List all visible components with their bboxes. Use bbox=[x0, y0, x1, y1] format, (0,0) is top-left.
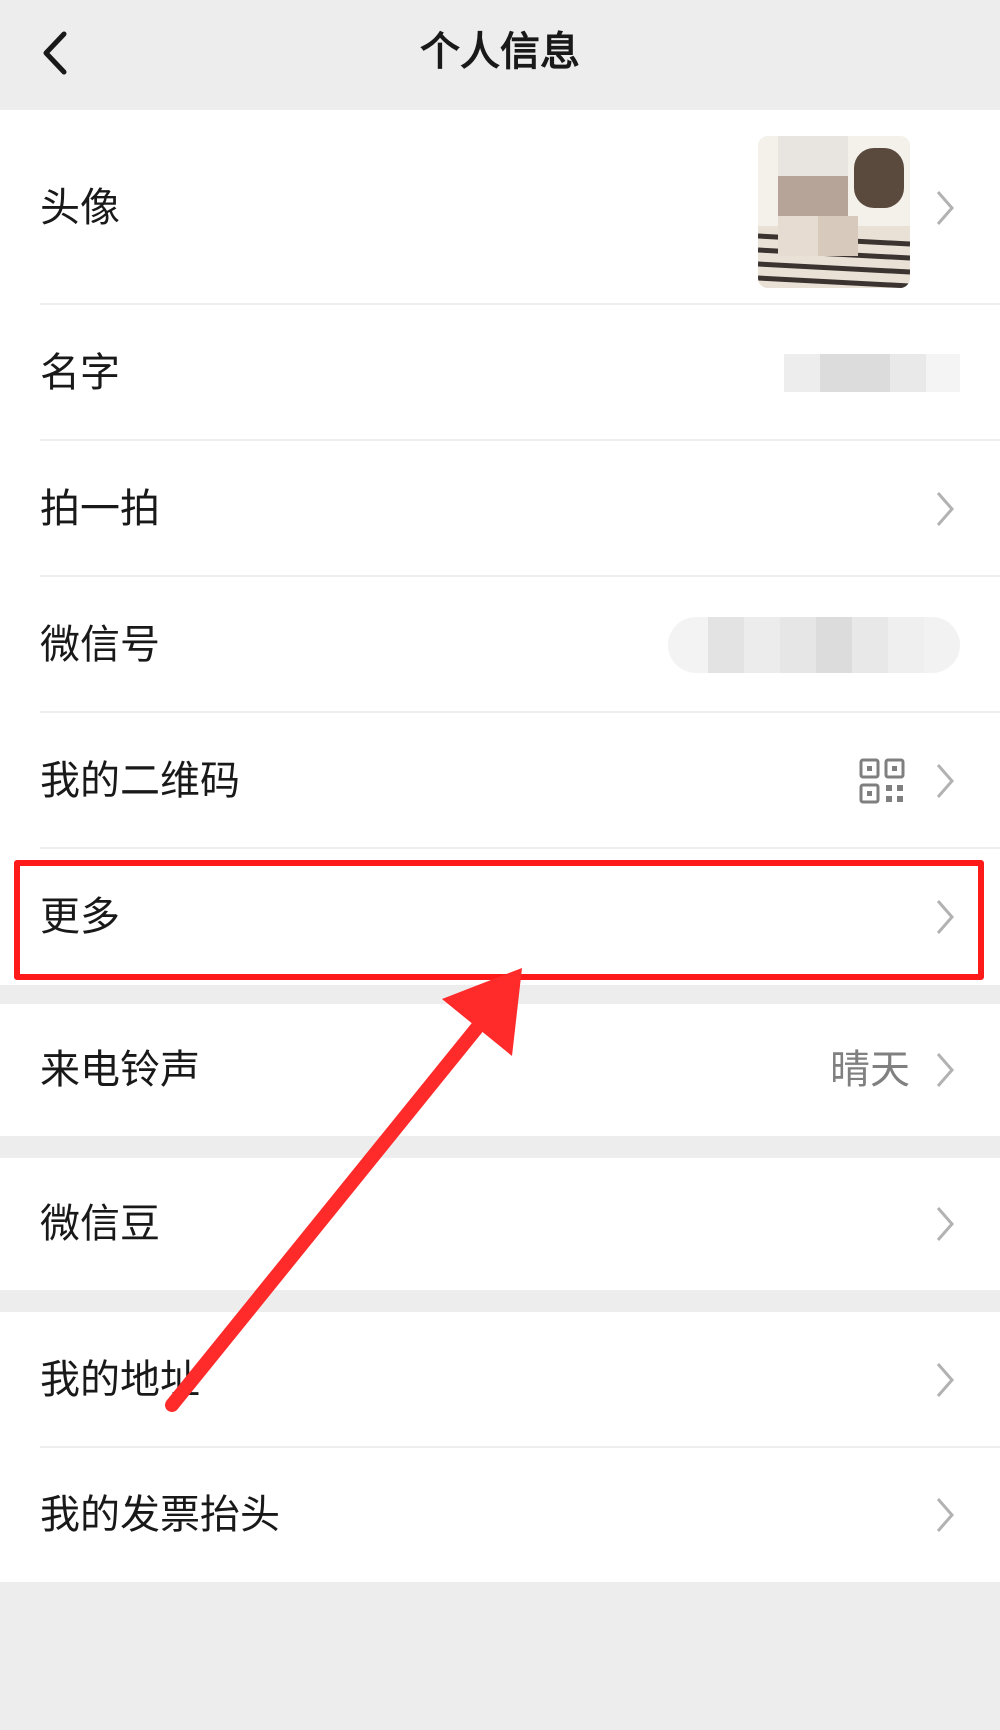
row-ringtone[interactable]: 来电铃声 晴天 bbox=[0, 1004, 1000, 1136]
row-label: 微信号 bbox=[40, 622, 160, 668]
row-pat[interactable]: 拍一拍 bbox=[0, 441, 1000, 577]
row-label: 更多 bbox=[40, 894, 120, 940]
chevron-right-icon bbox=[936, 900, 954, 934]
row-qr-code[interactable]: 我的二维码 bbox=[0, 713, 1000, 849]
row-label: 来电铃声 bbox=[40, 1047, 200, 1093]
address-group: 我的地址 我的发票抬头 bbox=[0, 1312, 1000, 1582]
profile-group: 头像 名字 拍一拍 微信号 我的二维码 更多 bbox=[0, 110, 1000, 985]
row-address[interactable]: 我的地址 bbox=[0, 1312, 1000, 1448]
chevron-right-icon bbox=[936, 1207, 954, 1241]
row-label: 我的二维码 bbox=[40, 758, 240, 804]
qr-code-icon bbox=[859, 758, 905, 804]
chevron-right-icon bbox=[936, 1363, 954, 1397]
row-avatar[interactable]: 头像 bbox=[0, 110, 1000, 305]
row-wechat-beans[interactable]: 微信豆 bbox=[0, 1158, 1000, 1290]
row-wechat-id[interactable]: 微信号 bbox=[0, 577, 1000, 713]
page-title: 个人信息 bbox=[420, 29, 580, 75]
chevron-right-icon bbox=[936, 492, 954, 526]
row-label: 名字 bbox=[40, 350, 120, 396]
nav-bar: 个人信息 bbox=[0, 0, 1000, 110]
row-label: 我的地址 bbox=[40, 1357, 200, 1403]
avatar[interactable] bbox=[758, 136, 910, 288]
row-name[interactable]: 名字 bbox=[0, 305, 1000, 441]
wechat-beans-group: 微信豆 bbox=[0, 1158, 1000, 1290]
row-invoice[interactable]: 我的发票抬头 bbox=[0, 1448, 1000, 1582]
chevron-right-icon bbox=[936, 190, 954, 225]
row-more[interactable]: 更多 bbox=[0, 849, 1000, 985]
name-value-redacted bbox=[784, 354, 960, 392]
chevron-right-icon bbox=[936, 1498, 954, 1532]
wechat-id-value-redacted bbox=[668, 617, 960, 673]
row-label: 我的发票抬头 bbox=[40, 1492, 280, 1538]
row-label: 头像 bbox=[40, 184, 120, 231]
row-label: 微信豆 bbox=[40, 1201, 160, 1247]
chevron-right-icon bbox=[936, 1053, 954, 1087]
chevron-right-icon bbox=[936, 764, 954, 798]
ringtone-value: 晴天 bbox=[830, 1047, 910, 1093]
ringtone-group: 来电铃声 晴天 bbox=[0, 1004, 1000, 1136]
row-label: 拍一拍 bbox=[40, 486, 160, 532]
